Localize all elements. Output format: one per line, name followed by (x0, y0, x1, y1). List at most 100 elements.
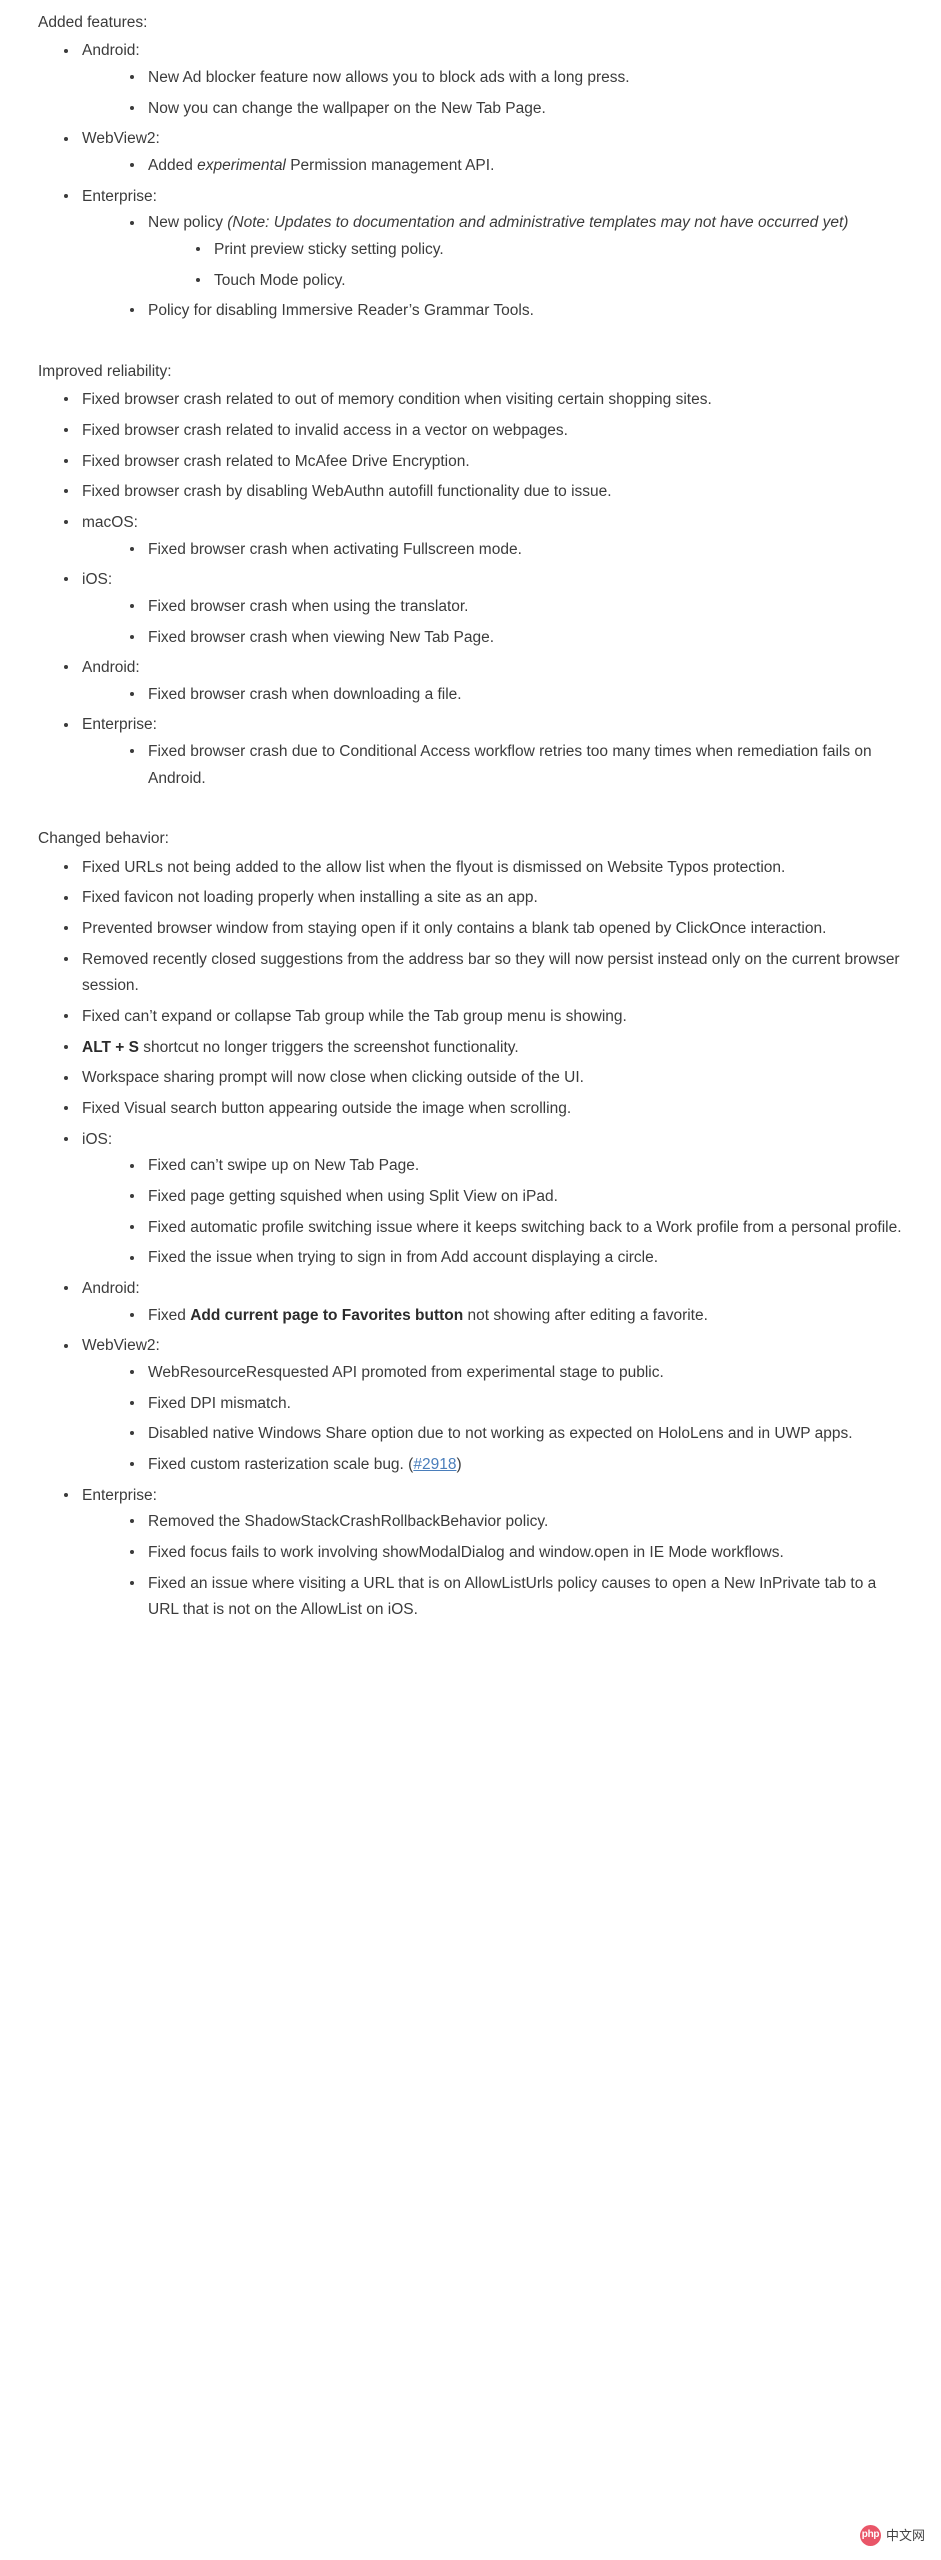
list-item-text: Fixed browser crash related to invalid a… (82, 421, 568, 439)
list-item: Enterprise: New policy (Note: Updates to … (62, 184, 911, 325)
section-changed-behavior: Changed behavior: Fixed URLs not being ad… (38, 826, 911, 1623)
bullet-icon (130, 692, 134, 697)
list-item: Disabled native Windows Share option due… (128, 1421, 911, 1448)
list-item: Fixed browser crash related to McAfee Dr… (62, 449, 911, 476)
bullet-icon (64, 722, 68, 727)
list-item: Fixed focus fails to work involving show… (128, 1540, 911, 1567)
emphasis-text: (Note: Updates to documentation and admi… (227, 214, 849, 232)
list-item-text: Enterprise: (82, 716, 157, 734)
list-item-text: Fixed browser crash related to McAfee Dr… (82, 452, 470, 470)
bullet-icon (64, 865, 68, 869)
list-item-text: Enterprise: (82, 187, 157, 205)
bullet-list-level-1: Fixed browser crash related to out of me… (38, 387, 911, 792)
sections-container: Added features: Android: New Ad blocker fe… (38, 10, 911, 1624)
list-item-text: New policy (Note: Updates to documentati… (148, 214, 849, 232)
list-item: ALT + S shortcut no longer triggers the … (62, 1035, 911, 1062)
list-item: Fixed page getting squished when using S… (128, 1184, 911, 1211)
bullet-icon (130, 105, 134, 110)
list-item-text: New Ad blocker feature now allows you to… (148, 69, 630, 86)
list-item-text: Fixed can’t swipe up on New Tab Page. (148, 1157, 420, 1175)
bullet-icon (130, 1462, 134, 1467)
bullet-icon (64, 520, 68, 525)
bullet-icon (64, 428, 68, 433)
bullet-icon (64, 1106, 68, 1111)
bullet-icon (130, 1400, 134, 1405)
list-item-text: Fixed URLs not being added to the allow … (82, 858, 786, 876)
list-item-text: Removed recently closed suggestions from… (82, 950, 900, 995)
bullet-list-level-2: New policy (Note: Updates to documentati… (82, 210, 911, 325)
list-item-text: Fixed custom rasterization scale bug. (#… (148, 1455, 462, 1473)
list-item: Fixed can’t expand or collapse Tab group… (62, 1004, 911, 1031)
list-item-text: Enterprise: (82, 1486, 157, 1504)
bullet-icon (64, 136, 68, 141)
bullet-icon (130, 634, 134, 639)
list-item: Fixed URLs not being added to the allow … (62, 855, 911, 882)
list-item-text: Fixed browser crash by disabling WebAuth… (82, 483, 612, 501)
bullet-list-level-2: Added experimental Permission management… (82, 153, 911, 180)
bullet-list-level-2: Removed the ShadowStackCrashRollbackBeha… (82, 1509, 911, 1624)
list-item-text: Android: (82, 42, 140, 60)
list-item-text: Fixed an issue where visiting a URL that… (148, 1574, 877, 1619)
bullet-icon (64, 397, 68, 402)
bullet-icon (64, 1492, 68, 1497)
list-item: Removed the ShadowStackCrashRollbackBeha… (128, 1509, 911, 1536)
list-item: Fixed automatic profile switching issue … (128, 1215, 911, 1242)
issue-link[interactable]: #2918 (413, 1456, 456, 1473)
section-title: Changed behavior: (38, 830, 169, 848)
list-item: macOS: Fixed browser crash when activatin… (62, 510, 911, 563)
list-item: Android: New Ad blocker feature now allow… (62, 38, 911, 122)
bullet-icon (64, 193, 68, 198)
list-item-text: Now you can change the wallpaper on the … (148, 99, 546, 117)
list-item: New policy (Note: Updates to documentati… (128, 210, 911, 294)
list-item-text: Fixed browser crash when viewing New Tab… (148, 628, 495, 646)
list-item: Android: Fixed Add current page to Favori… (62, 1276, 911, 1329)
list-item: WebView2: WebResourceResquested API promo… (62, 1333, 911, 1478)
list-item: Fixed custom rasterization scale bug. (#… (128, 1452, 911, 1479)
list-item: Fixed Visual search button appearing out… (62, 1096, 911, 1123)
list-item: Prevented browser window from staying op… (62, 916, 911, 943)
bullet-list-level-2: Fixed can’t swipe up on New Tab Page. Fix… (82, 1153, 911, 1272)
list-item: Policy for disabling Immersive Reader’s … (128, 298, 911, 325)
list-item-text: Policy for disabling Immersive Reader’s … (148, 302, 534, 320)
list-item-text: WebResourceResquested API promoted from … (148, 1363, 664, 1381)
bullet-icon (130, 163, 134, 168)
list-item-text: macOS: (82, 513, 138, 531)
list-item-text: Fixed DPI mismatch. (148, 1394, 291, 1412)
bullet-icon (130, 749, 134, 754)
release-notes-document: Added features: Android: New Ad blocker fe… (0, 0, 941, 1624)
bullet-icon (196, 247, 200, 252)
list-item: Enterprise: Fixed browser crash due to Co… (62, 712, 911, 792)
list-item-text: Fixed browser crash related to out of me… (82, 391, 712, 409)
list-item: WebView2: Added experimental Permission m… (62, 126, 911, 179)
list-item: Print preview sticky setting policy. (194, 237, 911, 264)
bullet-icon (64, 1286, 68, 1291)
bullet-icon (64, 895, 68, 900)
bullet-icon (64, 489, 68, 494)
list-item: Touch Mode policy. (194, 268, 911, 295)
list-item: Fixed browser crash when viewing New Tab… (128, 625, 911, 652)
bullet-icon (130, 1163, 134, 1168)
list-item: Fixed an issue where visiting a URL that… (128, 1571, 911, 1624)
bullet-icon (130, 1194, 134, 1199)
list-item-text: Added experimental Permission management… (148, 156, 495, 174)
list-item-text: Touch Mode policy. (214, 271, 346, 289)
list-item-text: Fixed browser crash when activating Full… (148, 540, 522, 558)
list-item-text: Workspace sharing prompt will now close … (82, 1069, 584, 1087)
bullet-icon (130, 546, 134, 551)
bullet-list-level-2: Fixed browser crash when using the trans… (82, 594, 911, 651)
list-item-text: WebView2: (82, 130, 160, 148)
bullet-icon (64, 1014, 68, 1019)
list-item: Fixed browser crash when using the trans… (128, 594, 911, 621)
list-item: Fixed browser crash related to invalid a… (62, 418, 911, 445)
list-item-text: Prevented browser window from staying op… (82, 920, 827, 938)
bullet-icon (130, 1519, 134, 1524)
list-item: iOS: Fixed can’t swipe up on New Tab Page… (62, 1127, 911, 1272)
bullet-icon (130, 308, 134, 313)
list-item-text: Fixed focus fails to work involving show… (148, 1543, 784, 1561)
section-title: Improved reliability: (38, 362, 172, 380)
bullet-icon (64, 577, 68, 582)
list-item: WebResourceResquested API promoted from … (128, 1360, 911, 1387)
list-item: Fixed browser crash by disabling WebAuth… (62, 479, 911, 506)
bullet-icon (130, 1255, 134, 1260)
list-item: Fixed browser crash when activating Full… (128, 537, 911, 564)
